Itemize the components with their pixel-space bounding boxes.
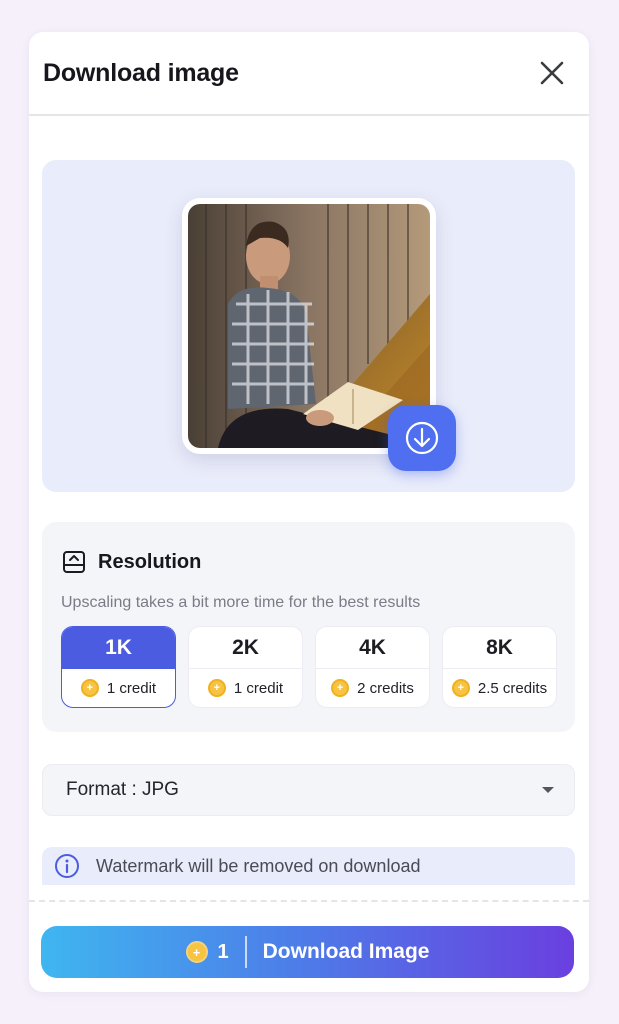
resolution-header: Resolution: [62, 550, 201, 574]
format-select[interactable]: Format : JPG: [42, 764, 575, 816]
resolution-option-credits-row: + 2 credits: [316, 669, 429, 707]
resolution-option-credits: 2 credits: [357, 679, 414, 697]
resolution-icon: [63, 551, 85, 573]
format-label: Format : JPG: [66, 779, 179, 800]
resolution-option-4k[interactable]: 4K + 2 credits: [315, 626, 430, 708]
resolution-option-credits: 1 credit: [233, 679, 284, 697]
resolution-option-label: 8K: [443, 627, 556, 669]
close-icon: [540, 61, 564, 85]
download-button-content: + 1 Download Image: [185, 936, 430, 968]
credit-coin-icon: +: [185, 941, 208, 963]
resolution-option-credits: 1 credit: [106, 679, 157, 697]
footer-divider: [29, 900, 589, 902]
watermark-notice: Watermark will be removed on download: [42, 847, 575, 885]
resolution-option-1k[interactable]: 1K + 1 credit: [61, 626, 176, 708]
resolution-option-credits-row: + 1 credit: [62, 669, 175, 707]
resolution-options: 1K + 1 credit 2K + 1 credit 4K + 2 credi…: [61, 626, 557, 708]
resolution-option-credits-row: + 2.5 credits: [443, 669, 556, 707]
resolution-option-label: 2K: [189, 627, 302, 669]
modal-title: Download image: [43, 58, 239, 87]
resolution-section: Resolution Upscaling takes a bit more ti…: [42, 522, 575, 732]
modal-header: Download image: [29, 32, 589, 116]
download-modal: Download image Resolution Upscaling take…: [29, 32, 589, 992]
close-button[interactable]: [535, 56, 569, 90]
resolution-option-8k[interactable]: 8K + 2.5 credits: [442, 626, 557, 708]
download-preview-button[interactable]: [388, 405, 456, 471]
image-preview-area: [42, 160, 575, 492]
credit-coin-icon: +: [80, 679, 99, 697]
button-separator: [244, 936, 247, 968]
caret-down-icon: [542, 787, 554, 793]
download-button-label: Download Image: [262, 940, 430, 963]
credit-coin-icon: +: [207, 679, 226, 697]
info-icon: [55, 854, 79, 878]
watermark-notice-text: Watermark will be removed on download: [96, 855, 421, 876]
download-image-button[interactable]: + 1 Download Image: [41, 926, 574, 978]
resolution-option-credits: 2.5 credits: [477, 679, 548, 697]
resolution-option-label: 1K: [62, 627, 175, 669]
download-circle-icon: [405, 421, 439, 455]
credit-coin-icon: +: [451, 679, 470, 697]
resolution-subtitle: Upscaling takes a bit more time for the …: [61, 594, 421, 611]
resolution-option-label: 4K: [316, 627, 429, 669]
credit-count: 1: [217, 940, 229, 963]
resolution-option-2k[interactable]: 2K + 1 credit: [188, 626, 303, 708]
resolution-title: Resolution: [98, 550, 202, 573]
resolution-option-credits-row: + 1 credit: [189, 669, 302, 707]
credit-coin-icon: +: [331, 679, 350, 697]
